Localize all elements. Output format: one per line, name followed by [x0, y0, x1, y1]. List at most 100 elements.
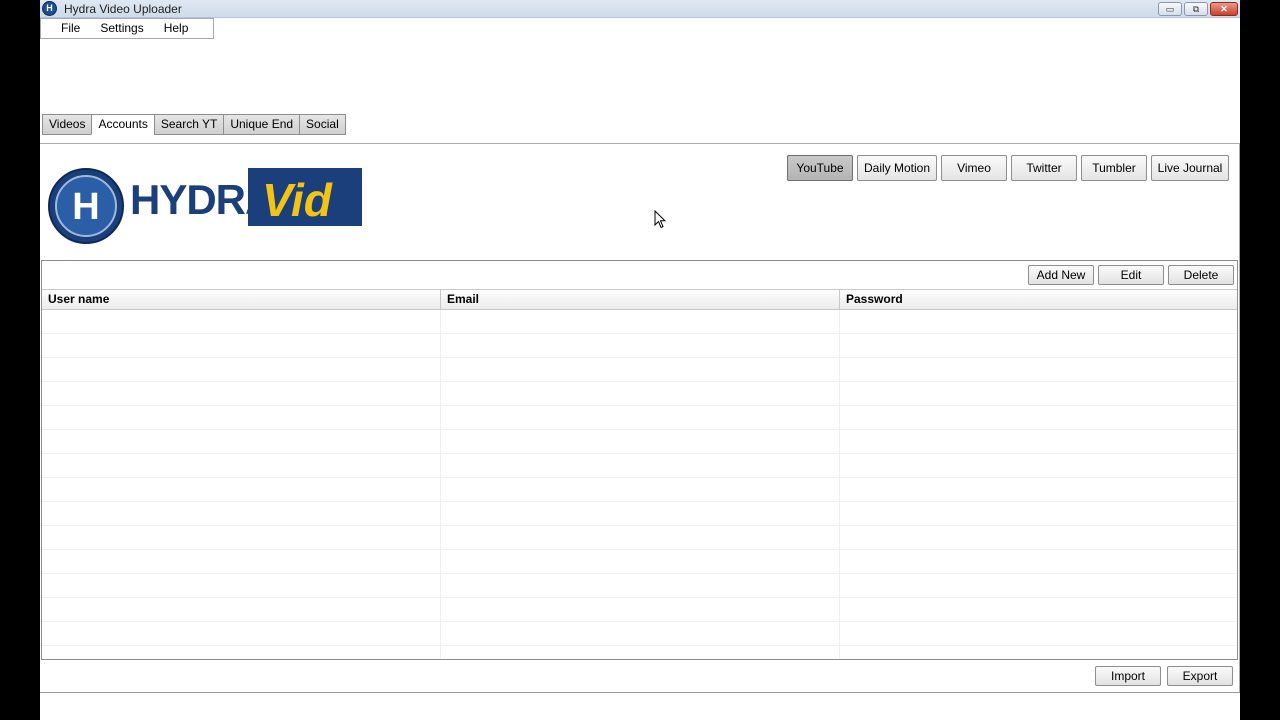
service-dailymotion-button[interactable]: Daily Motion — [857, 155, 937, 181]
table-cell[interactable] — [441, 430, 840, 454]
service-twitter-button[interactable]: Twitter — [1011, 155, 1077, 181]
table-cell[interactable] — [840, 550, 1237, 574]
table-cell[interactable] — [42, 622, 441, 646]
table-cell[interactable] — [441, 526, 840, 550]
title-bar[interactable]: H Hydra Video Uploader ▭ ⧉ ✕ — [40, 0, 1240, 18]
table-cell[interactable] — [42, 646, 441, 658]
table-cell[interactable] — [840, 454, 1237, 478]
table-row[interactable] — [42, 502, 1237, 526]
table-row[interactable] — [42, 382, 1237, 406]
maximize-button[interactable]: ⧉ — [1184, 2, 1208, 16]
table-row[interactable] — [42, 310, 1237, 334]
table-row[interactable] — [42, 574, 1237, 598]
service-youtube-button[interactable]: YouTube — [787, 155, 853, 181]
table-cell[interactable] — [441, 550, 840, 574]
table-cell[interactable] — [840, 622, 1237, 646]
table-cell[interactable] — [441, 310, 840, 334]
menu-bar: File Settings Help — [40, 18, 214, 39]
table-cell[interactable] — [42, 406, 441, 430]
account-actions: Add New Edit Delete — [1028, 265, 1234, 285]
table-cell[interactable] — [840, 526, 1237, 550]
table-cell[interactable] — [441, 406, 840, 430]
table-row[interactable] — [42, 646, 1237, 658]
import-export-actions: Import Export — [1095, 666, 1233, 686]
table-row[interactable] — [42, 334, 1237, 358]
table-cell[interactable] — [42, 334, 441, 358]
table-cell[interactable] — [840, 334, 1237, 358]
table-cell[interactable] — [441, 574, 840, 598]
table-cell[interactable] — [42, 430, 441, 454]
table-cell[interactable] — [840, 406, 1237, 430]
table-cell[interactable] — [42, 502, 441, 526]
table-cell[interactable] — [840, 598, 1237, 622]
minimize-button[interactable]: ▭ — [1158, 2, 1182, 16]
table-row[interactable] — [42, 622, 1237, 646]
add-new-button[interactable]: Add New — [1028, 265, 1094, 285]
table-row[interactable] — [42, 478, 1237, 502]
table-cell[interactable] — [441, 502, 840, 526]
table-row[interactable] — [42, 430, 1237, 454]
table-cell[interactable] — [840, 502, 1237, 526]
table-cell[interactable] — [840, 574, 1237, 598]
table-cell[interactable] — [441, 622, 840, 646]
close-button[interactable]: ✕ — [1210, 2, 1238, 16]
table-cell[interactable] — [441, 382, 840, 406]
logo-badge-letter: H — [72, 186, 99, 228]
logo-text-hydra: HYDRA — [130, 176, 275, 223]
table-row[interactable] — [42, 454, 1237, 478]
export-button[interactable]: Export — [1167, 666, 1233, 686]
column-header-email[interactable]: Email — [441, 290, 840, 309]
table-cell[interactable] — [840, 478, 1237, 502]
table-cell[interactable] — [441, 358, 840, 382]
table-cell[interactable] — [42, 550, 441, 574]
tab-videos[interactable]: Videos — [42, 114, 93, 135]
table-cell[interactable] — [840, 646, 1237, 658]
table-row[interactable] — [42, 526, 1237, 550]
column-header-password[interactable]: Password — [840, 290, 1237, 309]
tab-accounts[interactable]: Accounts — [91, 114, 155, 135]
table-cell[interactable] — [840, 310, 1237, 334]
service-vimeo-button[interactable]: Vimeo — [941, 155, 1007, 181]
accounts-panel: H HYDRA Vid YouTube Daily Motion Vimeo T… — [40, 143, 1240, 693]
service-tumbler-button[interactable]: Tumbler — [1081, 155, 1147, 181]
table-cell[interactable] — [441, 646, 840, 658]
import-button[interactable]: Import — [1095, 666, 1161, 686]
table-cell[interactable] — [42, 478, 441, 502]
status-strip — [40, 694, 1240, 720]
table-cell[interactable] — [840, 358, 1237, 382]
table-cell[interactable] — [42, 454, 441, 478]
table-cell[interactable] — [42, 598, 441, 622]
table-cell[interactable] — [42, 574, 441, 598]
table-cell[interactable] — [42, 358, 441, 382]
menu-settings[interactable]: Settings — [90, 19, 153, 38]
app-logo-icon: H — [42, 1, 57, 16]
table-cell[interactable] — [441, 334, 840, 358]
menu-help[interactable]: Help — [154, 19, 199, 38]
logo-text-vid: Vid — [262, 174, 333, 226]
menu-file[interactable]: File — [41, 19, 90, 38]
tab-social[interactable]: Social — [299, 114, 346, 135]
table-cell[interactable] — [441, 454, 840, 478]
delete-button[interactable]: Delete — [1168, 265, 1234, 285]
accounts-grid-panel: Add New Edit Delete User name Email Pass… — [41, 260, 1238, 660]
table-cell[interactable] — [42, 310, 441, 334]
table-cell[interactable] — [441, 598, 840, 622]
table-cell[interactable] — [42, 526, 441, 550]
table-row[interactable] — [42, 406, 1237, 430]
column-header-username[interactable]: User name — [42, 290, 441, 309]
table-cell[interactable] — [840, 382, 1237, 406]
table-row[interactable] — [42, 358, 1237, 382]
service-livejournal-button[interactable]: Live Journal — [1151, 155, 1229, 181]
table-row[interactable] — [42, 598, 1237, 622]
tab-search-yt[interactable]: Search YT — [153, 114, 225, 135]
service-selector: YouTube Daily Motion Vimeo Twitter Tumbl… — [787, 155, 1229, 181]
window-controls: ▭ ⧉ ✕ — [1158, 2, 1238, 16]
accounts-table-body[interactable] — [42, 310, 1237, 658]
hydravid-logo: H HYDRA Vid — [48, 168, 362, 244]
table-row[interactable] — [42, 550, 1237, 574]
edit-button[interactable]: Edit — [1098, 265, 1164, 285]
table-cell[interactable] — [441, 478, 840, 502]
table-cell[interactable] — [42, 382, 441, 406]
table-cell[interactable] — [840, 430, 1237, 454]
tab-unique-end[interactable]: Unique End — [223, 114, 301, 135]
